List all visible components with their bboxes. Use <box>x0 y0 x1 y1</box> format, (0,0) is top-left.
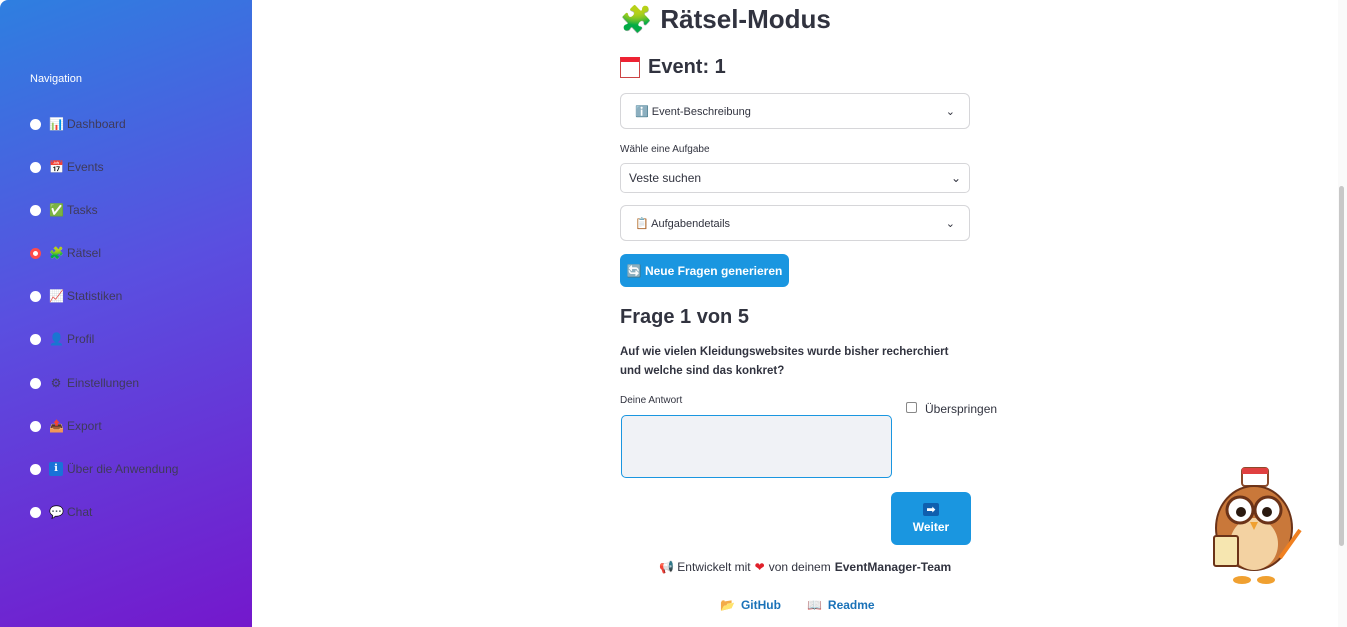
task-details-expander[interactable]: 📋 Aufgabendetails ⌄ <box>620 205 970 241</box>
task-select[interactable]: Veste suchen ⌄ <box>620 163 970 193</box>
nav-title: Navigation <box>30 73 82 85</box>
calendar-icon: 📅 <box>49 160 64 174</box>
puzzle-icon: 🧩 <box>49 246 64 260</box>
footer-links: 📂 GitHub 📖 Readme <box>720 598 875 612</box>
radio-chat[interactable] <box>30 506 41 518</box>
answer-label: Deine Antwort <box>620 395 683 406</box>
arrow-right-icon: ➡ <box>923 503 939 516</box>
github-link[interactable]: 📂 GitHub <box>720 598 781 612</box>
page-title: 🧩 Rätsel-Modus <box>620 4 831 35</box>
event-heading-text: Event: 1 <box>648 56 726 78</box>
nav-item-dashboard[interactable]: 📊 Dashboard <box>30 114 126 134</box>
expander-label: ℹ️ Event-Beschreibung <box>635 105 751 118</box>
footer-team: EventManager-Team <box>834 560 952 574</box>
nav-label: Tasks <box>67 203 98 217</box>
next-button-label: Weiter <box>912 520 950 534</box>
chevron-down-icon: ⌄ <box>950 171 961 185</box>
sidebar: Navigation 📊 Dashboard 📅 Events ✅ Tasks … <box>0 0 252 627</box>
nav-item-events[interactable]: 📅 Events <box>30 157 104 177</box>
nav-label: Rätsel <box>67 246 102 260</box>
checkmark-icon: ✅ <box>49 203 64 217</box>
readme-link-text: Readme <box>827 598 875 612</box>
task-select-value: Veste suchen <box>629 171 702 185</box>
user-icon: 👤 <box>49 332 64 346</box>
radio-dashboard[interactable] <box>30 118 41 130</box>
nav-label: Events <box>67 160 104 174</box>
radio-raetsel[interactable] <box>30 247 41 259</box>
event-heading: Event: 1 <box>620 56 726 79</box>
info-icon: ℹ <box>49 462 63 476</box>
radio-events[interactable] <box>30 161 41 173</box>
task-select-label: Wähle eine Aufgabe <box>620 144 710 155</box>
footer-prefix: 📢 Entwickelt mit <box>659 560 751 574</box>
nav-item-chat[interactable]: 💬 Chat <box>30 502 92 522</box>
next-button[interactable]: ➡ Weiter <box>891 492 971 545</box>
nav-item-raetsel[interactable]: 🧩 Rätsel <box>30 243 101 263</box>
github-link-text: GitHub <box>740 598 781 612</box>
nav-item-export[interactable]: 📤 Export <box>30 416 102 436</box>
nav-item-about[interactable]: ℹ Über die Anwendung <box>30 459 178 479</box>
nav-label: Statistiken <box>67 289 123 303</box>
skip-label: Überspringen <box>925 402 998 416</box>
footer-credit: 📢 Entwickelt mit ❤ von deinem EventManag… <box>659 560 951 574</box>
calendar-icon <box>620 57 640 78</box>
answer-textarea[interactable] <box>621 415 892 478</box>
skip-checkbox-wrap[interactable]: Überspringen <box>906 400 998 418</box>
nav-item-einstellungen[interactable]: ⚙ Einstellungen <box>30 373 139 393</box>
radio-statistiken[interactable] <box>30 290 41 302</box>
scrollbar-thumb[interactable] <box>1339 186 1344 546</box>
page-title-text: Rätsel-Modus <box>660 4 831 34</box>
nav-item-profil[interactable]: 👤 Profil <box>30 329 94 349</box>
nav-label: Einstellungen <box>67 376 140 390</box>
nav-label: Export <box>67 419 102 433</box>
radio-profil[interactable] <box>30 333 41 345</box>
nav-label: Über die Anwendung <box>67 462 179 476</box>
nav-label: Chat <box>67 505 93 519</box>
chat-bubble-icon: 💬 <box>49 505 64 519</box>
readme-link[interactable]: 📖 Readme <box>807 598 875 612</box>
chevron-down-icon: ⌄ <box>945 105 955 118</box>
gear-icon: ⚙ <box>50 376 62 390</box>
question-heading: Frage 1 von 5 <box>620 306 749 328</box>
bar-chart-icon: 📊 <box>49 117 64 131</box>
radio-export[interactable] <box>30 420 41 432</box>
export-tray-icon: 📤 <box>49 419 64 433</box>
radio-einstellungen[interactable] <box>30 377 41 389</box>
question-text: Auf wie vielen Kleidungswebsites wurde b… <box>620 346 949 377</box>
nav-item-tasks[interactable]: ✅ Tasks <box>30 200 98 220</box>
trend-chart-icon: 📈 <box>49 289 64 303</box>
generate-questions-button[interactable]: 🔄 Neue Fragen generieren <box>620 254 789 287</box>
expander-label: 📋 Aufgabendetails <box>635 217 731 230</box>
nav-item-statistiken[interactable]: 📈 Statistiken <box>30 286 122 306</box>
folder-icon: 📂 <box>720 598 735 612</box>
puzzle-icon: 🧩 <box>620 4 653 34</box>
skip-checkbox[interactable] <box>906 402 917 413</box>
nav-label: Profil <box>67 332 95 346</box>
heart-icon: ❤ <box>754 560 765 574</box>
footer-middle: von deinem <box>768 560 831 574</box>
owl-mascot-image <box>1213 467 1302 584</box>
document-icon: 📖 <box>806 598 822 612</box>
event-description-expander[interactable]: ℹ️ Event-Beschreibung ⌄ <box>620 93 970 129</box>
radio-about[interactable] <box>30 463 41 475</box>
nav-label: Dashboard <box>67 117 126 131</box>
radio-tasks[interactable] <box>30 204 41 216</box>
chevron-down-icon: ⌄ <box>945 217 955 230</box>
